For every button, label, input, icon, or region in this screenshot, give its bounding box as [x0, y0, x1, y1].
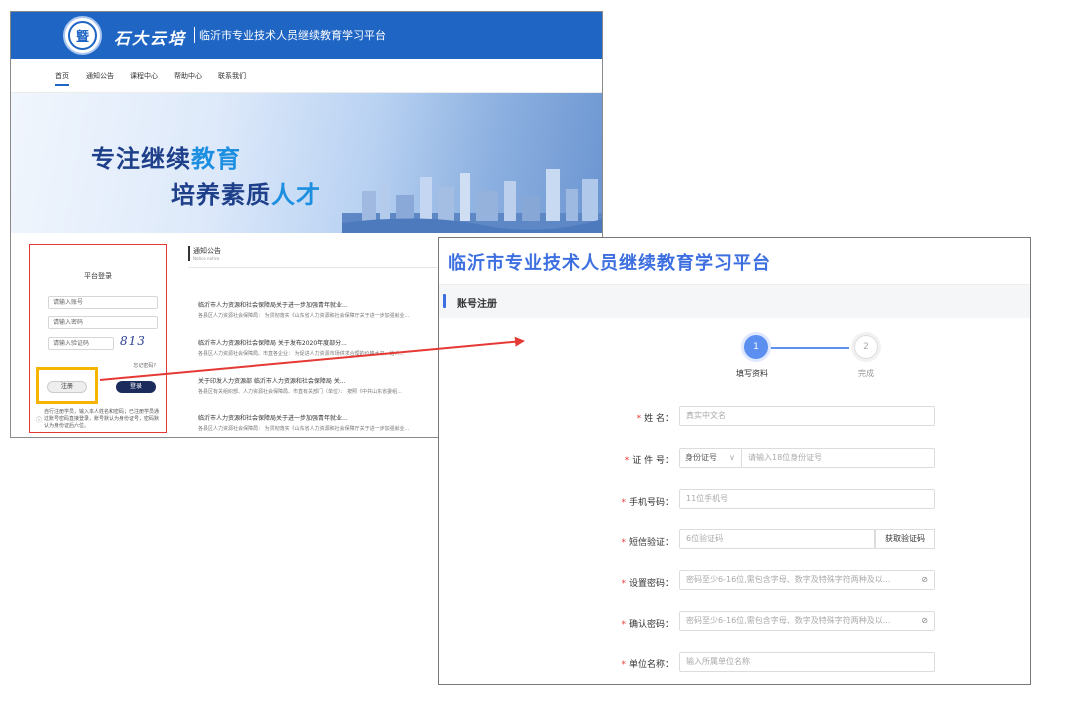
name-label-text: 姓 名：	[644, 414, 674, 424]
news-summary: 各县区人力资源社会保障局： 为贯彻落实《山东省人力资源和社会保障厅关于进一步加强…	[198, 313, 410, 319]
info-icon: ⓘ	[36, 417, 43, 424]
register-site-title: 临沂市专业技术人员继续教育学习平台	[448, 253, 771, 274]
nav-help[interactable]: 帮助中心	[174, 71, 202, 81]
phone-field[interactable]: 11位手机号	[679, 489, 935, 509]
nav-contact[interactable]: 联系我们	[218, 71, 246, 81]
phone-label-text: 手机号码：	[628, 498, 674, 508]
register-button[interactable]: 注册	[47, 381, 87, 393]
university-logo: 曁	[63, 16, 102, 55]
confirm-password-field[interactable]: 密码至少6-16位,需包含字母、数字及特殊字符两种及以... ⊘	[679, 611, 935, 631]
required-mark: *	[636, 414, 642, 424]
password-input[interactable]: 请输入密码	[48, 316, 158, 329]
sms-label-text: 短信验证：	[628, 538, 674, 548]
required-mark: *	[621, 660, 626, 670]
login-title: 平台登录	[84, 272, 112, 280]
step-connector	[769, 347, 849, 349]
notice-subtitle: Notice notice	[193, 256, 220, 261]
phone-label: * 手机号码：	[621, 495, 674, 508]
portal-header: 曁 石大云培 临沂市专业技术人员继续教育学习平台	[11, 12, 602, 59]
main-nav: 首页 通知公告 课程中心 帮助中心 联系我们	[11, 59, 602, 93]
section-accent	[443, 294, 446, 308]
id-label-text: 证 件 号：	[632, 456, 674, 466]
step-2-label: 完成	[858, 369, 874, 378]
confirm-password-label: * 确认密码：	[621, 617, 674, 630]
news-title[interactable]: 临沂市人力资源和社会保障局 关于发布2020年度部分...	[198, 338, 458, 347]
captcha-input[interactable]: 请输入验证码	[48, 337, 114, 350]
sms-code-field[interactable]: 6位验证码	[679, 529, 875, 549]
eye-hidden-icon[interactable]: ⊘	[921, 571, 928, 589]
eye-hidden-icon[interactable]: ⊘	[921, 612, 928, 630]
id-type-value: 身份证号	[685, 453, 717, 462]
required-mark: *	[621, 538, 626, 548]
password-label: * 设置密码：	[621, 576, 674, 589]
city-skyline-image	[342, 169, 602, 233]
password-placeholder: 密码至少6-16位,需包含字母、数字及特殊字符两种及以...	[686, 575, 891, 584]
confirm-label-text: 确认密码：	[628, 620, 674, 630]
unit-name-field[interactable]: 输入所属单位名称	[679, 652, 935, 672]
get-sms-code-button[interactable]: 获取验证码	[875, 529, 935, 549]
unit-label: * 单位名称：	[621, 657, 674, 670]
news-item[interactable]: 临沂市人力资源和社会保障局关于进一步加强青年就业... 各县区人力资源社会保障局…	[198, 300, 458, 319]
login-panel: 平台登录 请输入账号 请输入密码 请输入验证码 813 忘记密码? 注册 登录 …	[29, 244, 167, 433]
login-button[interactable]: 登录	[116, 381, 156, 393]
account-input[interactable]: 请输入账号	[48, 296, 158, 309]
slogan-2-text: 培养素质	[171, 181, 271, 209]
banner-slogan-2: 培养素质人才	[171, 175, 321, 210]
id-number-field[interactable]: 请输入18位身份证号	[741, 448, 935, 468]
logo-glyph: 曁	[68, 21, 97, 50]
news-item[interactable]: 临沂市人力资源和社会保障局关于进一步加强青年就业... 各县区人力资源社会保障局…	[198, 413, 458, 432]
step-1-label: 填写资料	[736, 369, 768, 378]
site-name: 临沂市专业技术人员继续教育学习平台	[199, 29, 386, 42]
captcha-image[interactable]: 813	[120, 334, 146, 348]
banner-slogan-1: 专注继续教育	[91, 139, 241, 174]
news-item[interactable]: 临沂市人力资源和社会保障局 关于发布2020年度部分... 各县区人力资源社会保…	[198, 338, 458, 357]
brand-name: 石大云培	[114, 29, 187, 48]
notice-heading: 通知公告 Notice notice	[188, 246, 221, 261]
nav-courses[interactable]: 课程中心	[130, 71, 158, 81]
confirm-placeholder: 密码至少6-16位,需包含字母、数字及特殊字符两种及以...	[686, 616, 891, 625]
step-2-circle: 2	[854, 335, 878, 359]
news-title[interactable]: 临沂市人力资源和社会保障局关于进一步加强青年就业...	[198, 300, 458, 309]
id-type-select[interactable]: 身份证号 ∨	[679, 448, 741, 468]
registration-page-screenshot: 临沂市专业技术人员继续教育学习平台 账号注册 1 2 填写资料 完成 * 姓 名：…	[438, 237, 1031, 685]
chevron-down-icon: ∨	[729, 453, 735, 462]
password-field[interactable]: 密码至少6-16位,需包含字母、数字及特殊字符两种及以... ⊘	[679, 570, 935, 590]
slogan-2-highlight: 人才	[271, 181, 321, 209]
name-label: * 姓 名：	[637, 411, 674, 424]
required-mark: *	[621, 620, 626, 630]
required-mark: *	[621, 498, 626, 508]
slogan-1-highlight: 教育	[191, 145, 241, 173]
brand-divider	[194, 27, 195, 43]
news-item[interactable]: 关于印发人力资源部 临沂市人力资源和社会保障局 关... 各县区有关组织部、人力…	[198, 376, 458, 395]
step-1-circle: 1	[744, 335, 768, 359]
section-bar: 账号注册	[439, 284, 1030, 318]
name-field[interactable]: 真实中文名	[679, 406, 935, 426]
news-title[interactable]: 关于印发人力资源部 临沂市人力资源和社会保障局 关...	[198, 376, 458, 385]
password-label-text: 设置密码：	[628, 579, 674, 589]
login-note: 自行注册学员，输入本人姓名和密码；已注册学员通过账号密码直接登录，账号默认为身份…	[44, 409, 160, 429]
section-title: 账号注册	[457, 299, 497, 310]
required-mark: *	[621, 579, 626, 589]
required-mark: *	[624, 456, 630, 466]
id-label: * 证 件 号：	[625, 453, 674, 466]
nav-home[interactable]: 首页	[55, 71, 69, 86]
news-summary: 各县区人力资源社会保障局、市直各企业： 为促进人力资源市场供求合理的价格水平，给…	[198, 351, 405, 357]
news-summary: 各县区有关组织部、人力资源社会保障局、市直有关部门（单位）： 按照《中共山东省委…	[198, 389, 402, 395]
slogan-1-text: 专注继续	[91, 145, 191, 173]
hero-banner: 专注继续教育 培养素质人才	[11, 93, 602, 233]
notice-title: 通知公告	[193, 247, 221, 255]
forgot-password-link[interactable]: 忘记密码?	[133, 362, 156, 369]
news-title[interactable]: 临沂市人力资源和社会保障局关于进一步加强青年就业...	[198, 413, 458, 422]
nav-notices[interactable]: 通知公告	[86, 71, 114, 81]
sms-label: * 短信验证：	[621, 535, 674, 548]
unit-label-text: 单位名称：	[628, 660, 674, 670]
register-header: 临沂市专业技术人员继续教育学习平台	[439, 238, 1030, 284]
news-summary: 各县区人力资源社会保障局： 为贯彻落实《山东省人力资源和社会保障厅关于进一步加强…	[198, 426, 410, 432]
